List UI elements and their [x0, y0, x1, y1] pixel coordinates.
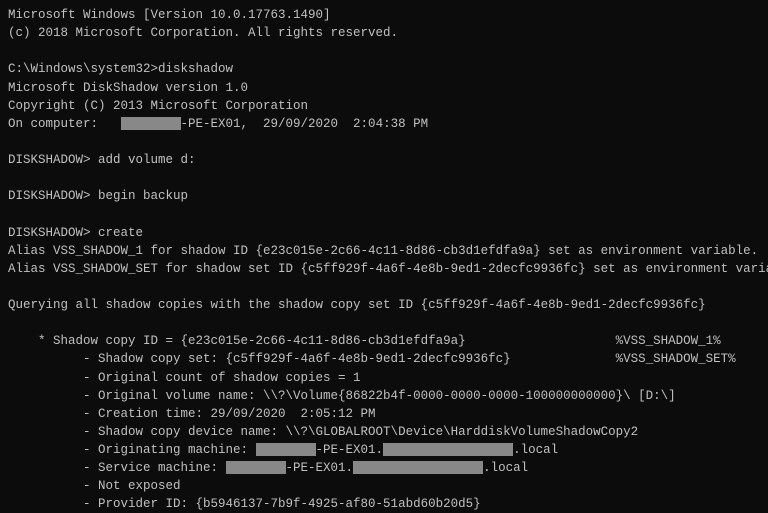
vss-shadow-1-pct: %VSS_SHADOW_1% [616, 334, 721, 348]
service-machine-line: - Service machine: -PE-EX01. .local [8, 459, 760, 477]
cmd-begin-backup: DISKSHADOW> begin backup [8, 187, 760, 205]
shadow-copy-id-line: * Shadow copy ID = {e23c015e-2c66-4c11-8… [8, 332, 760, 350]
alias-shadow-set: Alias VSS_SHADOW_SET for shadow set ID {… [8, 260, 760, 278]
originating-machine-line: - Originating machine: -PE-EX01. .local [8, 441, 760, 459]
creation-time-line: - Creation time: 29/09/2020 2:05:12 PM [8, 405, 760, 423]
copyright-line: Copyright (C) 2013 Microsoft Corporation [8, 97, 760, 115]
cmd-create: DISKSHADOW> create [8, 224, 760, 242]
blank-4 [8, 205, 760, 223]
terminal-window: Microsoft Windows [Version 10.0.17763.14… [0, 0, 768, 513]
blank-1 [8, 42, 760, 60]
ds-version: Microsoft DiskShadow version 1.0 [8, 79, 760, 97]
provider-id-line: - Provider ID: {b5946137-7b9f-4925-af80-… [8, 495, 760, 513]
querying-line: Querying all shadow copies with the shad… [8, 296, 760, 314]
orig-count-line: - Original count of shadow copies = 1 [8, 369, 760, 387]
vss-shadow-set-pct: %VSS_SHADOW_SET% [616, 352, 736, 366]
header-line-2: (c) 2018 Microsoft Corporation. All righ… [8, 24, 760, 42]
redacted-originating-domain [383, 443, 513, 456]
blank-2 [8, 133, 760, 151]
redacted-service-machine [226, 461, 286, 474]
prompt-diskshadow: C:\Windows\system32>diskshadow [8, 60, 760, 78]
computer-line: On computer: -PE-EX01, 29/09/2020 2:04:3… [8, 115, 760, 133]
redacted-originating-machine [256, 443, 316, 456]
orig-vol-line: - Original volume name: \\?\Volume{86822… [8, 387, 760, 405]
blank-3 [8, 169, 760, 187]
redacted-hostname [121, 117, 181, 130]
device-name-line: - Shadow copy device name: \\?\GLOBALROO… [8, 423, 760, 441]
shadow-copy-set-line: - Shadow copy set: {c5ff929f-4a6f-4e8b-9… [8, 350, 760, 368]
blank-5 [8, 278, 760, 296]
redacted-service-domain [353, 461, 483, 474]
alias-shadow-1: Alias VSS_SHADOW_1 for shadow ID {e23c01… [8, 242, 760, 260]
blank-6 [8, 314, 760, 332]
not-exposed-line: - Not exposed [8, 477, 760, 495]
cmd-add-volume: DISKSHADOW> add volume d: [8, 151, 760, 169]
header-line-1: Microsoft Windows [Version 10.0.17763.14… [8, 6, 760, 24]
